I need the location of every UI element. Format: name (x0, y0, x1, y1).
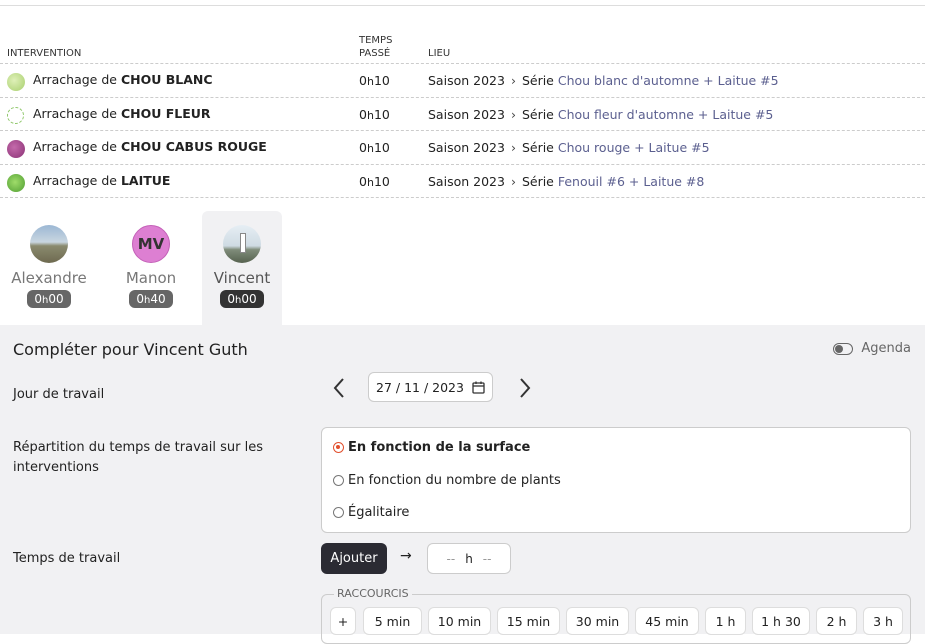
shortcut-1h-button[interactable]: 1 h (705, 607, 746, 635)
shortcut-45min-button[interactable]: 45 min (635, 607, 699, 635)
avatar: MV (132, 225, 170, 263)
table-bottom-divider (0, 197, 925, 198)
time-spent: 0h10 (359, 174, 390, 189)
crop-name: CHOU FLEUR (120, 106, 211, 121)
date-input[interactable]: 27 / 11 / 2023 (368, 372, 493, 402)
location: Saison 2023 › Série Chou blanc d'automne +… (428, 73, 779, 88)
chevron-right-icon: › (510, 73, 516, 88)
user-time-badge: 0h40 (129, 290, 173, 308)
panel-title: Compléter pour Vincent Guth (13, 340, 248, 359)
chevron-right-icon: › (510, 107, 516, 122)
location: Saison 2023 › Série Fenouil #6 + Laitue #8 (428, 174, 705, 189)
radio-icon[interactable] (333, 507, 344, 518)
table-row: Arrachage de CHOU FLEUR 0h10 Saison 2023… (0, 97, 925, 131)
header-lieu: LIEU (428, 48, 451, 59)
user-tab-alexandre[interactable]: Alexandre 0h00 (9, 211, 89, 325)
crop-name: CHOU CABUS ROUGE (120, 139, 267, 154)
hours-input[interactable]: -- h -- (427, 543, 511, 574)
intervention-prefix: Arrachage de (33, 139, 117, 154)
chevron-right-icon: › (510, 140, 516, 155)
avatar (30, 225, 68, 263)
option-plants[interactable]: En fonction du nombre de plants (333, 473, 561, 488)
series-link[interactable]: Chou fleur d'automne + Laitue #5 (558, 107, 774, 122)
shortcuts-label: RACCOURCIS (334, 587, 412, 600)
header-temps-passe: TEMPS PASSÉ (359, 35, 393, 59)
shortcut-2h-button[interactable]: 2 h (816, 607, 857, 635)
repartition-options: En fonction de la surface En fonction du… (321, 427, 911, 533)
time-spent: 0h10 (359, 140, 390, 155)
intervention-prefix: Arrachage de (33, 173, 117, 188)
intervention-prefix: Arrachage de (33, 106, 117, 121)
agenda-toggle[interactable]: Agenda (833, 341, 911, 356)
table-header: INTERVENTION TEMPS PASSÉ LIEU (0, 28, 925, 62)
previous-day-button[interactable] (329, 376, 349, 400)
time-spent: 0h10 (359, 73, 390, 88)
user-name: Manon (125, 269, 177, 287)
agenda-label: Agenda (861, 341, 911, 356)
shortcuts-group: RACCOURCIS + 5 min 10 min 15 min 30 min … (321, 587, 911, 644)
radio-selected-icon[interactable] (333, 442, 344, 453)
red-cabbage-icon (7, 140, 25, 158)
shortcut-1h30-button[interactable]: 1 h 30 (752, 607, 810, 635)
top-divider (0, 5, 925, 6)
season-link[interactable]: Saison 2023 (428, 73, 505, 88)
worktime-label: Temps de travail (13, 551, 121, 566)
add-button[interactable]: Ajouter (321, 543, 387, 574)
completion-panel: Compléter pour Vincent Guth Agenda Jour … (0, 325, 925, 644)
toggle-icon[interactable] (833, 342, 854, 355)
chevron-right-icon: › (510, 174, 516, 189)
user-name: Alexandre (11, 269, 87, 287)
intervention-prefix: Arrachage de (33, 72, 117, 87)
option-surface[interactable]: En fonction de la surface (333, 440, 530, 455)
arrow-right-icon: → (400, 548, 412, 564)
next-day-button[interactable] (515, 376, 535, 400)
location: Saison 2023 › Série Chou rouge + Laitue #5 (428, 140, 710, 155)
shortcut-5min-button[interactable]: 5 min (363, 607, 422, 635)
calendar-icon (472, 381, 485, 394)
option-egalitaire[interactable]: Égalitaire (333, 505, 409, 520)
user-tab-manon[interactable]: MV Manon 0h40 (111, 211, 191, 325)
avatar (223, 225, 261, 263)
workday-label: Jour de travail (13, 387, 105, 402)
lettuce-icon (7, 174, 25, 192)
chevron-right-icon (520, 378, 531, 398)
header-intervention: INTERVENTION (7, 48, 82, 59)
repartition-label: Répartition du temps de travail sur les … (13, 440, 263, 475)
table-row: Arrachage de LAITUE 0h10 Saison 2023 › Sér… (0, 164, 925, 198)
series-link[interactable]: Chou blanc d'automne + Laitue #5 (558, 73, 779, 88)
cauliflower-icon (7, 107, 24, 124)
user-time-badge: 0h00 (27, 290, 71, 308)
season-link[interactable]: Saison 2023 (428, 107, 505, 122)
minutes-field[interactable]: -- (483, 552, 492, 566)
shortcut-3h-button[interactable]: 3 h (863, 607, 903, 635)
user-tabs: Alexandre 0h00 MV Manon 0h40 Vincent 0h0… (0, 211, 925, 325)
shortcut-30min-button[interactable]: 30 min (566, 607, 629, 635)
user-time-badge: 0h00 (220, 290, 264, 308)
series-link[interactable]: Chou rouge + Laitue #5 (558, 140, 710, 155)
user-name: Vincent (213, 269, 271, 287)
location: Saison 2023 › Série Chou fleur d'automne +… (428, 107, 774, 122)
crop-name: CHOU BLANC (120, 72, 213, 87)
shortcut-15min-button[interactable]: 15 min (497, 607, 560, 635)
table-row: Arrachage de CHOU BLANC 0h10 Saison 2023… (0, 63, 925, 97)
table-row: Arrachage de CHOU CABUS ROUGE 0h10 Saiso… (0, 130, 925, 164)
cabbage-white-icon (7, 73, 25, 91)
chevron-left-icon (333, 378, 344, 398)
series-link[interactable]: Fenouil #6 + Laitue #8 (558, 174, 704, 189)
hours-field[interactable]: -- (447, 552, 456, 566)
shortcut-plus-button[interactable]: + (330, 607, 356, 635)
crop-name: LAITUE (120, 173, 171, 188)
user-tab-vincent[interactable]: Vincent 0h00 (202, 211, 282, 325)
season-link[interactable]: Saison 2023 (428, 174, 505, 189)
shortcut-10min-button[interactable]: 10 min (428, 607, 491, 635)
time-spent: 0h10 (359, 107, 390, 122)
radio-icon[interactable] (333, 475, 344, 486)
season-link[interactable]: Saison 2023 (428, 140, 505, 155)
